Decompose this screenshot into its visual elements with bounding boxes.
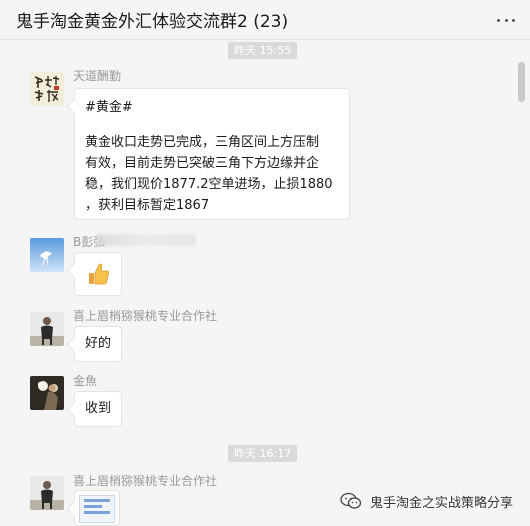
calligraphy-avatar[interactable] xyxy=(30,72,64,106)
wechat-icon xyxy=(340,492,362,509)
watermark-text: 鬼手淘金之实战策略分享 xyxy=(370,495,514,511)
bird-sky-avatar[interactable] xyxy=(30,238,64,272)
person-flower-avatar[interactable] xyxy=(30,376,64,410)
person-avatar[interactable] xyxy=(30,476,64,510)
person-avatar[interactable] xyxy=(30,312,64,346)
message-line: 黄金收口走势已完成，三角区间上方压制 xyxy=(85,135,320,150)
sender-name: 喜上眉梢猕猴桃专业合作社 xyxy=(73,309,218,323)
sender-name: 天道酬勤 xyxy=(73,69,122,83)
time-divider: 昨天 16:17 xyxy=(228,445,298,462)
message-line: 稳，我们现价1877.2空单进场，止损1880 xyxy=(85,177,333,192)
message-line: ，获利目标暂定1867 xyxy=(85,198,210,213)
message-bubble[interactable] xyxy=(74,490,120,526)
message-bubble[interactable] xyxy=(74,252,122,296)
chat-title: 鬼手淘金黄金外汇体验交流群2 (23) xyxy=(16,12,289,32)
chat-header: 鬼手淘金黄金外汇体验交流群2 (23) xyxy=(0,0,530,40)
message-line: 有效，目前走势已突破三角下方边缘并企 xyxy=(85,156,320,171)
message-bubble[interactable]: 收到 xyxy=(74,391,122,427)
thumbs-up-icon xyxy=(89,263,109,285)
blurred-name xyxy=(96,234,196,246)
sender-name: 喜上眉梢猕猴桃专业合作社 xyxy=(73,474,218,488)
sender-name: 金魚 xyxy=(73,374,98,388)
message-bubble[interactable]: 好的 xyxy=(74,326,122,362)
image-preview-icon xyxy=(79,495,115,523)
message-tag: #黄金# xyxy=(85,100,133,115)
message-bubble[interactable]: #黄金# 黄金收口走势已完成，三角区间上方压制 有效，目前走势已突破三角下方边缘… xyxy=(74,88,350,220)
more-dots-icon[interactable] xyxy=(497,13,515,27)
watermark: 鬼手淘金之实战策略分享 xyxy=(340,490,513,512)
time-divider: 昨天 15:55 xyxy=(228,42,298,59)
scrollbar-thumb[interactable] xyxy=(518,62,525,102)
